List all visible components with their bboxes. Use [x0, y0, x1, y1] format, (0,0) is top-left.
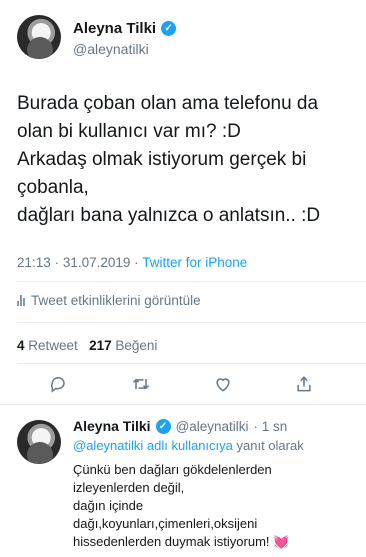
analytics-bars-icon	[17, 295, 25, 306]
tweet-text: Burada çoban olan ama telefonu da olan b…	[17, 90, 357, 230]
reply-author-handle[interactable]: @aleynatilki	[176, 419, 249, 434]
tweet-time: 21:13	[17, 255, 51, 270]
tweet-text-line: Arkadaş olmak istiyorum gerçek bi	[17, 149, 307, 170]
reply-icon[interactable]	[47, 372, 71, 396]
tweet-text-line: Burada çoban olan ama telefonu da	[17, 93, 319, 114]
activity-label: Tweet etkinliklerini görüntüle	[31, 293, 201, 308]
divider	[17, 322, 366, 323]
reply-text-line: hissedenlerden duymak istiyorum! 💓	[73, 533, 363, 551]
tweet-activity-link[interactable]: Tweet etkinliklerini görüntüle	[17, 293, 201, 308]
verified-badge-icon: ✓	[161, 21, 177, 36]
retweet-count[interactable]: 4	[17, 338, 25, 353]
meta-separator: ·	[54, 255, 60, 270]
tweet-source-link[interactable]: Twitter for iPhone	[142, 255, 247, 270]
reply-text-line: dağın içinde	[73, 498, 144, 513]
reply-mention-link[interactable]: @aleynatilki adlı kullanıcıya	[73, 438, 233, 453]
tweet-meta: 21:13 · 31.07.2019 · Twitter for iPhone	[17, 255, 247, 270]
reply-context-suffix: yanıt olarak	[236, 438, 304, 453]
heart-emoji: 💓	[273, 534, 290, 549]
reply-context: @aleynatilki adlı kullanıcıya yanıt olar…	[73, 438, 304, 453]
tweet-text-line: olan bi kullanıcı var mı? :D	[17, 121, 241, 142]
retweet-label[interactable]: Retweet	[28, 338, 78, 353]
avatar[interactable]	[17, 15, 61, 59]
divider	[17, 363, 366, 364]
tweet-stats: 4 Retweet 217 Beğeni	[17, 338, 157, 353]
tweet-date[interactable]: 31.07.2019	[63, 255, 131, 270]
divider	[0, 404, 366, 405]
reply-text-line: Çünkü ben dağları gökdelenlerden	[73, 462, 272, 477]
like-count[interactable]: 217	[89, 338, 112, 353]
like-label[interactable]: Beğeni	[115, 338, 157, 353]
retweet-icon[interactable]	[129, 372, 153, 396]
divider	[17, 281, 366, 282]
verified-badge-icon: ✓	[155, 418, 171, 434]
tweet-text-line: dağları bana yalnızca o anlatsın.. :D	[17, 205, 321, 226]
author-name[interactable]: Aleyna Tilki	[73, 20, 156, 37]
reply-age: · 1 sn	[253, 418, 288, 434]
reply-author-row: Aleyna Tilki ✓ @aleynatilki · 1 sn	[73, 418, 287, 434]
reply-author-name[interactable]: Aleyna Tilki	[73, 418, 151, 434]
reply-text: Çünkü ben dağları gökdelenlerden izleyen…	[73, 461, 363, 551]
reply-avatar[interactable]	[17, 420, 61, 464]
meta-separator: ·	[134, 255, 139, 270]
share-icon[interactable]	[292, 372, 316, 396]
reply-text-line: dağı,koyunları,çimenleri,oksijeni	[73, 516, 258, 531]
author-handle[interactable]: @aleynatilki	[73, 41, 149, 57]
reply-text-line-content: hissedenlerden duymak istiyorum!	[73, 534, 270, 549]
tweet-text-line: çobanla,	[17, 177, 89, 198]
action-bar	[0, 372, 366, 400]
like-icon[interactable]	[211, 372, 235, 396]
author-row: Aleyna Tilki ✓	[73, 20, 177, 37]
reply-text-line: izleyenlerden değil,	[73, 480, 185, 495]
